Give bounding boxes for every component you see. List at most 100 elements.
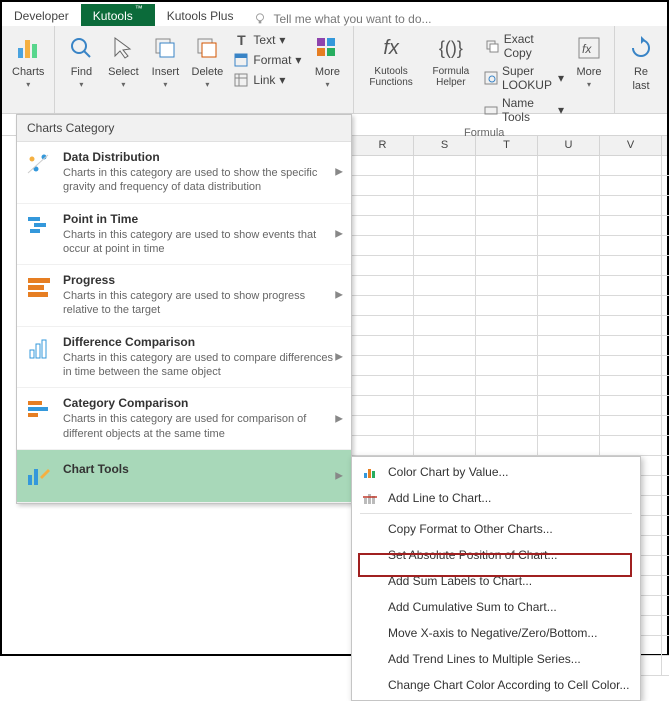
col-header[interactable]: V <box>600 136 662 155</box>
cell[interactable] <box>662 556 669 576</box>
cell[interactable] <box>476 356 538 376</box>
cell[interactable] <box>476 296 538 316</box>
submenu-set-position[interactable]: Set Absolute Position of Chart... <box>354 542 638 568</box>
cell[interactable] <box>414 376 476 396</box>
cell[interactable] <box>662 456 669 476</box>
charts-button[interactable]: Charts ▾ <box>8 30 48 91</box>
cell[interactable] <box>476 156 538 176</box>
menu-difference-comparison[interactable]: Difference ComparisonCharts in this cate… <box>17 327 351 389</box>
cell[interactable] <box>600 236 662 256</box>
cell[interactable] <box>600 436 662 456</box>
tell-me-search[interactable]: Tell me what you want to do... <box>253 12 431 26</box>
cell[interactable] <box>600 276 662 296</box>
cell[interactable] <box>600 196 662 216</box>
submenu-add-line[interactable]: Add Line to Chart... <box>354 485 638 511</box>
cell[interactable] <box>414 236 476 256</box>
cell[interactable] <box>352 176 414 196</box>
cell[interactable] <box>414 256 476 276</box>
tab-kutools[interactable]: Kutools™ <box>81 4 155 26</box>
cell[interactable] <box>662 256 669 276</box>
cell[interactable] <box>414 156 476 176</box>
cell[interactable] <box>600 256 662 276</box>
cell[interactable] <box>414 216 476 236</box>
cell[interactable] <box>476 236 538 256</box>
select-button[interactable]: Select ▾ <box>103 30 143 91</box>
name-tools-button[interactable]: Name Tools▾ <box>480 94 568 126</box>
menu-category-comparison[interactable]: Category ComparisonCharts in this catego… <box>17 388 351 450</box>
super-lookup-button[interactable]: Super LOOKUP▾ <box>480 62 568 94</box>
cell[interactable] <box>600 216 662 236</box>
cell[interactable] <box>352 276 414 296</box>
cell[interactable] <box>662 576 669 596</box>
cell[interactable] <box>414 336 476 356</box>
menu-data-distribution[interactable]: Data DistributionCharts in this category… <box>17 142 351 204</box>
cell[interactable] <box>662 476 669 496</box>
cell[interactable] <box>662 436 669 456</box>
cell[interactable] <box>352 336 414 356</box>
cell[interactable] <box>476 256 538 276</box>
cell[interactable] <box>600 296 662 316</box>
cell[interactable] <box>662 416 669 436</box>
cell[interactable] <box>352 296 414 316</box>
kutools-functions-button[interactable]: fx Kutools Functions <box>360 30 421 90</box>
cell[interactable] <box>662 376 669 396</box>
col-header[interactable]: U <box>538 136 600 155</box>
cell[interactable] <box>662 176 669 196</box>
cell[interactable] <box>600 416 662 436</box>
cell[interactable] <box>538 296 600 316</box>
tab-kutools-plus[interactable]: Kutools Plus <box>155 5 246 26</box>
cell[interactable] <box>414 276 476 296</box>
cell[interactable] <box>662 636 669 656</box>
cell[interactable] <box>662 616 669 636</box>
cell[interactable] <box>538 216 600 236</box>
delete-button[interactable]: Delete ▾ <box>187 30 227 91</box>
cell[interactable] <box>538 396 600 416</box>
formula-more-button[interactable]: fx More ▾ <box>570 30 608 91</box>
col-header[interactable]: S <box>414 136 476 155</box>
cell[interactable] <box>600 396 662 416</box>
cell[interactable] <box>600 316 662 336</box>
cell[interactable] <box>414 296 476 316</box>
cell[interactable] <box>538 256 600 276</box>
cell[interactable] <box>414 416 476 436</box>
cell[interactable] <box>600 376 662 396</box>
cell[interactable] <box>414 396 476 416</box>
cell[interactable] <box>600 176 662 196</box>
cell[interactable] <box>662 516 669 536</box>
cell[interactable] <box>538 356 600 376</box>
format-button[interactable]: Format▾ <box>229 50 305 70</box>
cell[interactable] <box>476 376 538 396</box>
text-button[interactable]: TText▾ <box>229 30 305 50</box>
cell[interactable] <box>600 356 662 376</box>
cell[interactable] <box>352 196 414 216</box>
cell[interactable] <box>538 416 600 436</box>
cell[interactable] <box>662 156 669 176</box>
cell[interactable] <box>538 156 600 176</box>
cell[interactable] <box>414 196 476 216</box>
cell[interactable] <box>476 216 538 236</box>
cell[interactable] <box>662 316 669 336</box>
cell[interactable] <box>352 416 414 436</box>
cell[interactable] <box>476 276 538 296</box>
cell[interactable] <box>352 236 414 256</box>
cell[interactable] <box>538 316 600 336</box>
submenu-add-cumulative[interactable]: Add Cumulative Sum to Chart... <box>354 594 638 620</box>
cell[interactable] <box>600 336 662 356</box>
cell[interactable] <box>662 236 669 256</box>
submenu-copy-format[interactable]: Copy Format to Other Charts... <box>354 516 638 542</box>
cell[interactable] <box>352 216 414 236</box>
col-header[interactable]: R <box>352 136 414 155</box>
cell[interactable] <box>662 216 669 236</box>
cell[interactable] <box>476 316 538 336</box>
cell[interactable] <box>538 196 600 216</box>
cell[interactable] <box>662 276 669 296</box>
submenu-change-color[interactable]: Change Chart Color According to Cell Col… <box>354 672 638 698</box>
cell[interactable] <box>538 436 600 456</box>
cell[interactable] <box>352 256 414 276</box>
col-header[interactable]: T <box>476 136 538 155</box>
cell[interactable] <box>662 536 669 556</box>
cell[interactable] <box>538 276 600 296</box>
cell[interactable] <box>662 656 669 676</box>
cell[interactable] <box>414 436 476 456</box>
cell[interactable] <box>352 356 414 376</box>
